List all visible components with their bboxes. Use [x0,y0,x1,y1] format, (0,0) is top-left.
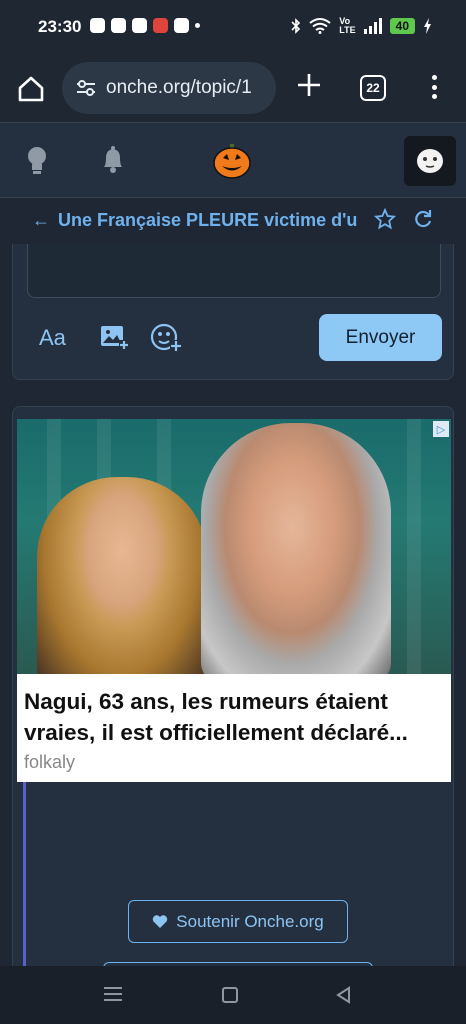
browser-menu-icon[interactable] [426,72,442,102]
signal-icon [363,18,382,34]
ad-caption[interactable]: Nagui, 63 ans, les rumeurs étaient vraie… [17,674,451,782]
ad-headline-line1[interactable]: Nagui, 63 ans, les rumeurs étaient [24,686,444,717]
music-icon [153,18,168,33]
system-icons: Vo LTE 40 [291,17,432,35]
refresh-icon[interactable] [412,208,434,230]
back-arrow-icon[interactable]: ← [32,210,50,231]
site-header [0,122,466,198]
more-notifications-dot-icon [195,23,200,28]
home-icon[interactable] [16,74,46,104]
system-navigation-bar [0,966,466,1024]
new-tab-icon[interactable] [296,72,322,98]
reply-composer: Aa Envoyer [12,244,454,380]
wifi-icon [309,18,331,34]
notification-icons [90,18,200,33]
site-logo-pumpkin-icon[interactable] [213,143,251,179]
heart-icon [153,914,168,928]
topic-bar: ← Une Française PLEURE victime d'u [0,198,466,244]
home-nav-icon[interactable] [222,987,238,1003]
background-curtain [407,419,421,674]
status-bar: 23:30 Vo LTE 40 [0,0,466,56]
url-text[interactable]: onche.org/topic/1 [106,77,252,99]
recent-apps-icon[interactable] [104,987,122,1001]
ad-image[interactable]: ▷ [17,419,451,674]
battery-indicator: 40 [389,18,415,34]
temu-icon [132,18,147,33]
url-bar[interactable]: onche.org/topic/1 [62,62,276,114]
site-settings-icon[interactable] [76,79,96,97]
quote-bar [23,782,26,972]
add-image-icon[interactable] [99,324,129,350]
ad-source: folkaly [24,752,76,772]
back-nav-icon[interactable] [335,986,351,1004]
favorite-star-icon[interactable] [374,208,396,230]
avatar [417,149,443,173]
add-sticker-icon[interactable] [150,323,184,353]
charging-icon [424,18,431,34]
text-format-button[interactable]: Aa [39,325,66,351]
post-card: ▷ Nagui, 63 ans, les rumeurs étaient vra… [12,406,454,1006]
instagram-icon [111,18,126,33]
notifications-bell-icon[interactable] [100,145,126,175]
ad-headline-line2[interactable]: vraies, il est officiellement déclaré... [24,717,444,748]
bluetooth-icon [291,18,301,34]
tiktok-icon [174,18,189,33]
topic-title[interactable]: Une Française PLEURE victime d'u [58,210,366,231]
send-button[interactable]: Envoyer [319,314,442,361]
support-button[interactable]: Soutenir Onche.org [128,900,348,943]
support-button-label: Soutenir Onche.org [176,911,324,931]
user-avatar-button[interactable] [404,136,456,186]
facebook-icon [90,18,105,33]
adchoices-icon[interactable]: ▷ [433,421,449,437]
browser-toolbar: onche.org/topic/1 22 [0,56,466,122]
photo-person-right [201,423,391,674]
photo-person-left [37,477,207,674]
reply-textarea[interactable] [27,244,441,298]
lightbulb-icon[interactable] [24,145,50,175]
tab-switcher-button[interactable]: 22 [360,75,386,101]
volte-label: Vo LTE [339,16,356,35]
clock: 23:30 [38,17,82,36]
